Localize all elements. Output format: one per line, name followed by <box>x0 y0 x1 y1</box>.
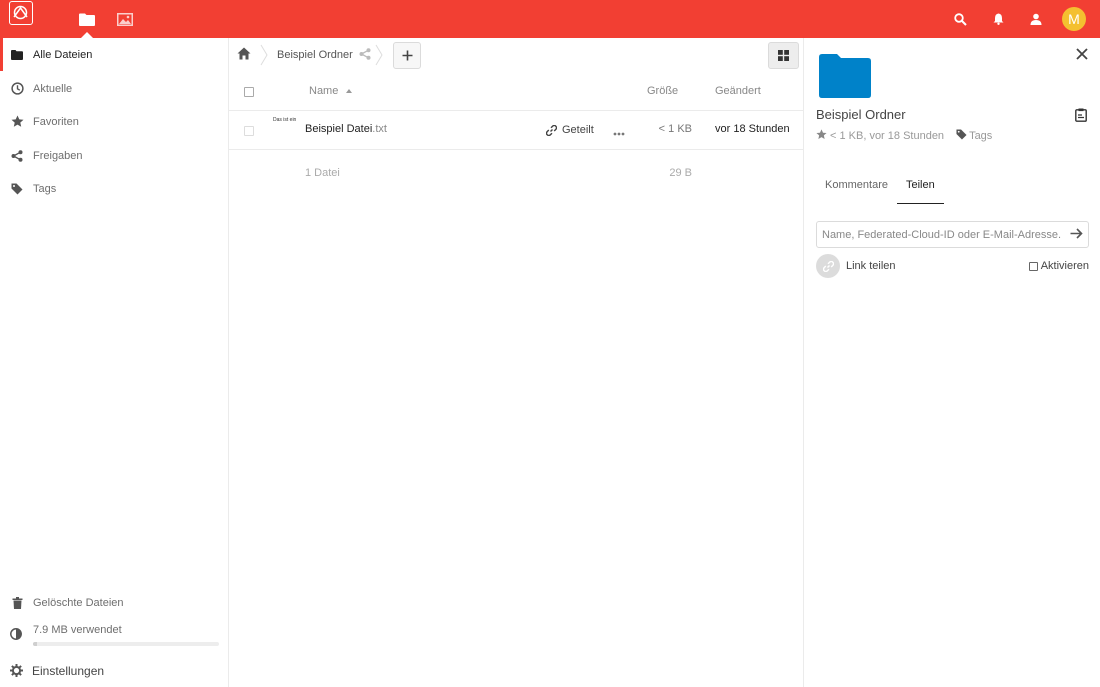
sidebar-item-shares[interactable]: Freigaben <box>0 139 228 172</box>
sidebar-item-tags[interactable]: Tags <box>0 172 228 205</box>
file-basename: Beispiel Datei <box>305 123 373 135</box>
contacts-icon <box>1030 13 1043 25</box>
table-row[interactable]: Das ist ein Beispiel Datei.txt Geteilt <… <box>229 111 803 150</box>
home-icon <box>237 47 254 60</box>
details-tabs: Kommentare Teilen <box>816 171 944 204</box>
app-sidebar: Alle Dateien Aktuelle Favoriten Freigabe… <box>0 38 229 687</box>
settings-button[interactable]: Einstellungen <box>0 654 228 687</box>
row-checkbox[interactable] <box>244 126 254 136</box>
sidebar-item-label: Alle Dateien <box>33 48 93 61</box>
tag-icon <box>956 129 967 143</box>
sidebar-item-favorites[interactable]: Favoriten <box>0 105 228 138</box>
sidebar-item-all-files[interactable]: Alle Dateien <box>0 38 228 71</box>
sort-ascending-icon <box>346 89 352 93</box>
notifications-button[interactable] <box>979 0 1017 38</box>
top-header: M <box>0 0 1100 38</box>
gear-icon <box>10 664 23 677</box>
file-size: < 1 KB <box>658 123 692 135</box>
user-avatar[interactable]: M <box>1062 7 1086 31</box>
breadcrumb-share-icon[interactable] <box>359 48 371 63</box>
file-extension: .txt <box>372 123 387 135</box>
file-count-summary: 1 Datei <box>305 167 340 179</box>
sidebar-item-label: Aktuelle <box>33 82 73 95</box>
folder-icon <box>79 13 95 26</box>
sidebar-item-label: Gelöschte Dateien <box>33 596 124 609</box>
storage-quota: 7.9 MB verwendet <box>0 618 228 648</box>
search-icon <box>953 12 967 26</box>
gallery-app-button[interactable] <box>106 0 144 38</box>
column-header-modified[interactable]: Geändert <box>715 85 761 97</box>
link-avatar <box>816 254 840 278</box>
shared-label: Geteilt <box>562 124 594 136</box>
plus-icon <box>402 50 413 61</box>
column-header-size[interactable]: Größe <box>647 85 678 97</box>
breadcrumb-separator-icon <box>260 44 268 69</box>
activate-label: Aktivieren <box>1040 260 1089 272</box>
clock-icon <box>10 82 24 96</box>
shared-button[interactable]: Geteilt <box>546 124 594 136</box>
search-button[interactable] <box>941 0 979 38</box>
file-controls: Beispiel Ordner <box>229 38 803 73</box>
trash-icon <box>10 596 24 610</box>
details-tags-link[interactable]: Tags <box>969 130 992 142</box>
folder-preview-icon <box>819 54 871 101</box>
share-icon <box>10 149 24 163</box>
quota-progress-bar <box>33 642 219 646</box>
share-input-container <box>816 221 1089 248</box>
new-file-button[interactable] <box>393 42 421 69</box>
app-navigation <box>68 0 144 38</box>
more-actions-icon[interactable] <box>613 125 625 139</box>
share-link-label: Link teilen <box>846 260 896 272</box>
pie-chart-icon <box>10 628 24 642</box>
quota-progress-fill <box>33 642 37 646</box>
activate-link-checkbox[interactable]: Aktivieren <box>1028 260 1089 272</box>
sidebar-item-label: Tags <box>33 182 57 195</box>
tag-icon <box>10 182 24 196</box>
breadcrumb-separator-icon <box>375 44 383 69</box>
favorite-star-icon[interactable] <box>816 129 827 143</box>
details-meta: < 1 KB, vor 18 Stunden Tags <box>816 129 992 143</box>
close-icon[interactable] <box>1076 48 1090 62</box>
checkbox-box <box>1028 261 1038 271</box>
folder-icon <box>10 48 24 62</box>
tab-sharing[interactable]: Teilen <box>896 171 944 204</box>
share-search-input[interactable] <box>817 222 1062 247</box>
contacts-button[interactable] <box>1017 0 1055 38</box>
sidebar-item-label: Freigaben <box>33 149 83 162</box>
share-link-row: Link teilen Aktivieren <box>816 254 1089 278</box>
tab-comments[interactable]: Kommentare <box>816 171 897 204</box>
file-modified: vor 18 Stunden <box>715 123 790 135</box>
breadcrumb-folder[interactable]: Beispiel Ordner <box>277 49 353 61</box>
column-header-name[interactable]: Name <box>309 85 338 97</box>
star-icon <box>10 115 24 129</box>
sidebar-item-trash[interactable]: Gelöschte Dateien <box>0 586 228 619</box>
clipboard-icon[interactable] <box>1075 108 1087 125</box>
details-size-date: < 1 KB, vor 18 Stunden <box>830 130 945 142</box>
image-icon <box>117 12 133 26</box>
link-icon <box>822 260 834 272</box>
file-name[interactable]: Beispiel Datei.txt <box>305 123 387 135</box>
details-sidebar: Beispiel Ordner < 1 KB, vor 18 Stunden T… <box>803 38 1100 687</box>
file-list-panel: Beispiel Ordner Name Größe Geändert Das … <box>229 38 803 687</box>
sidebar-item-recent[interactable]: Aktuelle <box>0 72 228 105</box>
file-table-header: Name Größe Geändert <box>229 73 803 111</box>
settings-label: Einstellungen <box>32 663 105 678</box>
details-title: Beispiel Ordner <box>816 107 906 122</box>
grid-view-toggle[interactable] <box>768 42 799 69</box>
file-thumbnail: Das ist ein <box>273 117 297 123</box>
header-actions: M <box>941 0 1086 38</box>
logo-icon[interactable] <box>9 1 33 25</box>
arrow-right-icon[interactable] <box>1070 227 1083 243</box>
select-all-checkbox[interactable] <box>244 87 254 97</box>
home-breadcrumb-button[interactable] <box>237 47 254 64</box>
grid-icon <box>778 50 789 61</box>
bell-icon <box>993 13 1004 25</box>
total-size-summary: 29 B <box>669 167 692 179</box>
files-app-button[interactable] <box>68 0 106 38</box>
sidebar-item-label: Favoriten <box>33 115 79 128</box>
link-icon <box>546 124 557 136</box>
